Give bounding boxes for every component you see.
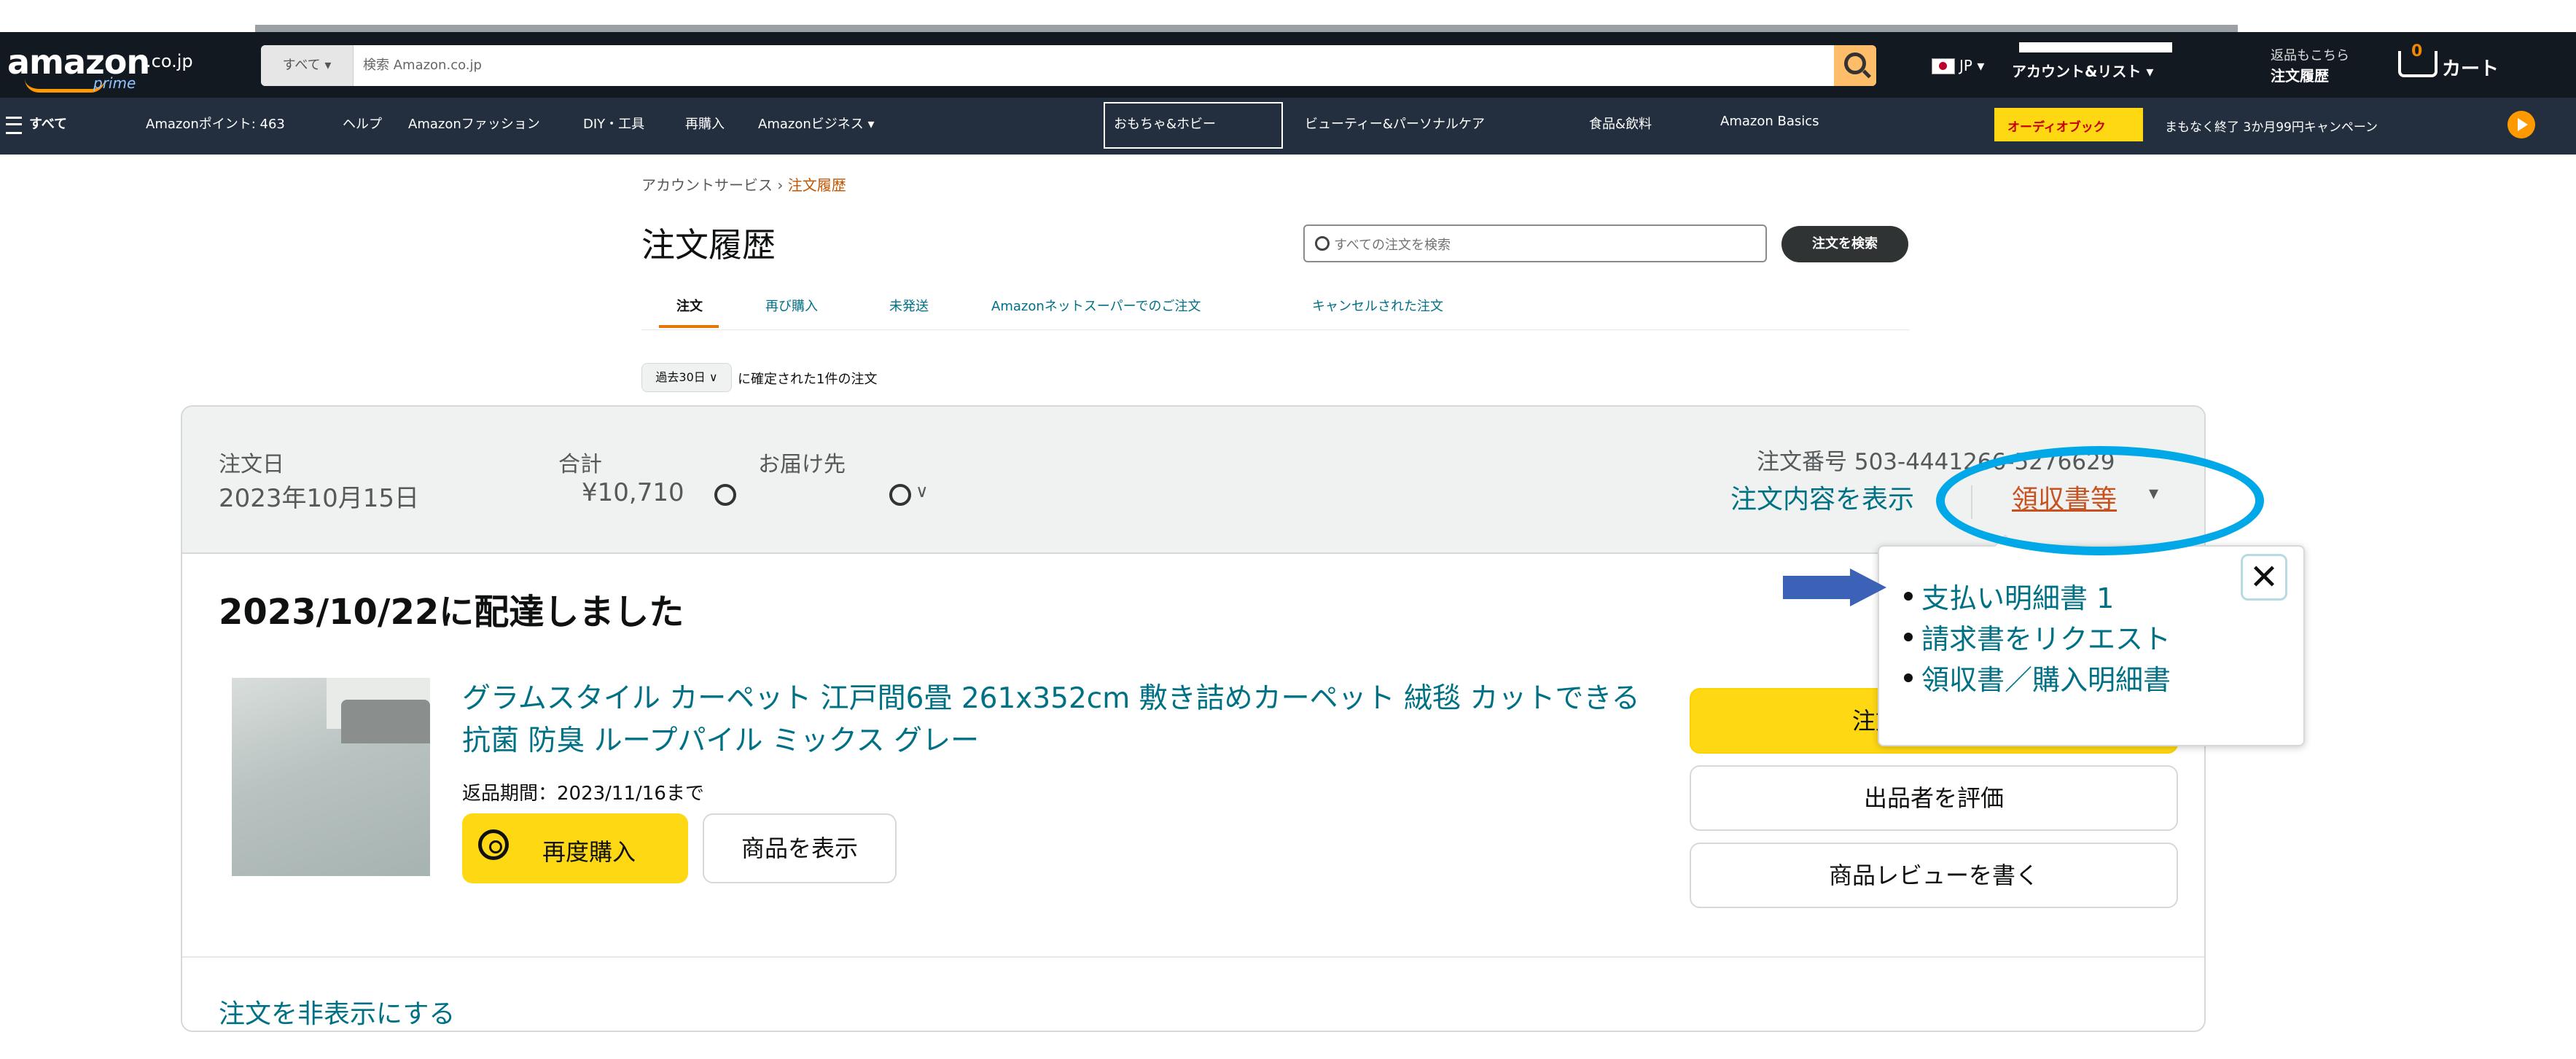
view-item-button[interactable]: 商品を表示 bbox=[703, 813, 897, 883]
account-greeting-redacted bbox=[2019, 42, 2172, 52]
hamburger-menu-icon[interactable] bbox=[6, 117, 22, 134]
buy-again-button[interactable]: 再度購入 bbox=[462, 813, 688, 883]
ship-to-dropdown-icon[interactable] bbox=[889, 484, 911, 506]
flag-dot bbox=[1939, 62, 1947, 70]
view-order-details-link[interactable]: 注文内容を表示 bbox=[1730, 478, 1914, 516]
japan-flag-icon[interactable] bbox=[1932, 58, 1955, 74]
search-bar[interactable]: すべて ▾ 検索 Amazon.co.jp bbox=[261, 45, 1876, 86]
nav-all[interactable]: すべて bbox=[29, 114, 67, 133]
close-icon[interactable]: ✕ bbox=[2241, 554, 2287, 601]
request-invoice-link[interactable]: 請求書をリクエスト bbox=[1921, 617, 2171, 657]
arrow-shaft bbox=[1783, 576, 1853, 599]
order-total-label: 合計 bbox=[558, 452, 602, 477]
ship-to-label: お届け先 bbox=[758, 452, 846, 477]
list-bullet bbox=[1904, 633, 1913, 641]
breadcrumb-parent[interactable]: アカウントサービス bbox=[641, 176, 773, 194]
breadcrumb-current: 注文履歴 bbox=[787, 176, 846, 194]
search-button[interactable] bbox=[1834, 45, 1876, 86]
nav-item-business[interactable]: Amazonビジネス ▾ bbox=[758, 114, 875, 133]
order-date-label: 注文日 bbox=[219, 452, 284, 477]
page-title: 注文履歴 bbox=[641, 225, 776, 265]
nav-item-food[interactable]: 食品&飲料 bbox=[1589, 114, 1652, 133]
play-icon[interactable] bbox=[2507, 111, 2535, 138]
cart-button[interactable]: 0 カート bbox=[2398, 42, 2566, 85]
nav-item-beauty[interactable]: ビューティー&パーソナルケア bbox=[1305, 114, 1485, 133]
search-icon bbox=[1844, 52, 1866, 74]
cart-count: 0 bbox=[2411, 42, 2423, 60]
scroll-indicator bbox=[255, 25, 2238, 32]
list-bullet bbox=[1904, 673, 1913, 682]
window-top-strip bbox=[0, 0, 2576, 32]
amazon-logo[interactable]: amazon .co.jp prime bbox=[7, 42, 226, 93]
breadcrumb-separator: › bbox=[777, 176, 784, 194]
logo-tld: .co.jp bbox=[146, 51, 193, 71]
return-window: 返品期間：2023/11/16まで bbox=[462, 783, 704, 805]
nav-item-points[interactable]: Amazonポイント: 463 bbox=[146, 114, 285, 133]
card-footer-divider bbox=[182, 956, 2204, 958]
nav-item-diy[interactable]: DIY・工具 bbox=[583, 114, 644, 133]
order-search-input[interactable]: すべての注文を検索 bbox=[1303, 224, 1767, 262]
promo-banner[interactable]: まもなく終了 3か月99円キャンペーン bbox=[2143, 108, 2486, 141]
payment-statement-link[interactable]: 支払い明細書 1 bbox=[1921, 576, 2114, 616]
delivery-status: 2023/10/22に配達しました bbox=[219, 592, 684, 633]
breadcrumb: アカウントサービス › 注文履歴 bbox=[641, 173, 846, 195]
nav-item-help[interactable]: ヘルプ bbox=[343, 114, 382, 133]
order-total-value: ¥10,710 bbox=[582, 478, 684, 507]
order-search-button[interactable]: 注文を検索 bbox=[1781, 226, 1908, 262]
account-lists-menu[interactable]: アカウント&リスト ▾ bbox=[2012, 60, 2153, 81]
language-selector[interactable]: JP ▾ bbox=[1959, 57, 1984, 74]
search-icon bbox=[1315, 236, 1330, 251]
chevron-down-icon[interactable]: ∨ bbox=[916, 481, 929, 501]
time-range-select[interactable]: 過去30日 ∨ bbox=[641, 363, 732, 392]
receipt-statement-link[interactable]: 領収書／購入明細書 bbox=[1921, 657, 2171, 697]
annotation-circle bbox=[1936, 446, 2264, 555]
tab-net-super[interactable]: Amazonネットスーパーでのご注文 bbox=[991, 296, 1201, 315]
buy-again-label: 再度購入 bbox=[542, 838, 636, 866]
tab-orders[interactable]: 注文 bbox=[676, 296, 703, 315]
search-input[interactable]: 検索 Amazon.co.jp bbox=[363, 45, 482, 86]
order-date-value: 2023年10月15日 bbox=[219, 484, 420, 513]
nav-item-toys[interactable]: おもちゃ&ホビー bbox=[1114, 114, 1216, 133]
nav-item-buy-again[interactable]: 再購入 bbox=[685, 114, 725, 133]
nav-item-basics[interactable]: Amazon Basics bbox=[1720, 114, 1819, 129]
tab-cancelled[interactable]: キャンセルされた注文 bbox=[1312, 296, 1443, 315]
orders-link[interactable]: 注文履歴 bbox=[2271, 64, 2329, 85]
nav-item-fashion[interactable]: Amazonファッション bbox=[408, 114, 540, 133]
order-count-text: に確定された1件の注文 bbox=[738, 372, 878, 387]
list-bullet bbox=[1904, 592, 1913, 601]
promo-text: まもなく終了 3か月99円キャンペーン bbox=[2165, 120, 2378, 135]
ship-to-redacted-icon bbox=[714, 484, 736, 506]
logo-prime: prime bbox=[93, 74, 136, 92]
product-thumbnail[interactable] bbox=[232, 678, 430, 876]
returns-label[interactable]: 返品もこちら bbox=[2271, 45, 2349, 64]
tabs-divider bbox=[641, 329, 1910, 330]
order-search-placeholder: すべての注文を検索 bbox=[1334, 238, 1451, 253]
tab-buy-again[interactable]: 再び購入 bbox=[765, 296, 818, 315]
cart-label: カート bbox=[2442, 58, 2499, 80]
arrow-head bbox=[1850, 568, 1886, 606]
promo-tag-text: オーディオブック bbox=[2007, 120, 2106, 135]
hide-order-link[interactable]: 注文を非表示にする bbox=[219, 993, 455, 1031]
rate-seller-button[interactable]: 出品者を評価 bbox=[1690, 765, 2178, 831]
buy-again-icon bbox=[478, 829, 509, 860]
annotation-arrow-icon bbox=[1783, 568, 1886, 606]
write-review-button[interactable]: 商品レビューを書く bbox=[1690, 843, 2178, 908]
tab-not-shipped[interactable]: 未発送 bbox=[889, 296, 929, 315]
thumbnail-sofa bbox=[341, 700, 430, 743]
product-title-link[interactable]: グラムスタイル カーペット 江戸間6畳 261x352cm 敷き詰めカーペット … bbox=[462, 678, 1658, 762]
active-tab-underline bbox=[659, 325, 719, 328]
search-category-select[interactable]: すべて ▾ bbox=[261, 45, 354, 86]
